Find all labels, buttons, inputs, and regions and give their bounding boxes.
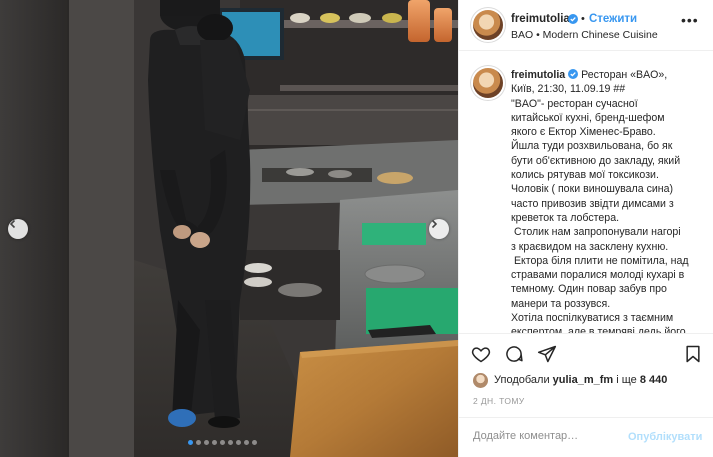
caption-line: Ресторан «BAO», [581,69,668,81]
likes-conjunction: і ще [616,374,637,386]
post-photo[interactable] [0,0,458,457]
caption-line: експертом, але в темряві дедь його [511,326,686,333]
caption-author-avatar[interactable] [473,68,503,98]
verified-badge-icon [568,14,578,24]
caption-line: темному. Один повар забув про [511,283,667,296]
caption-username[interactable]: freimutolia [511,69,565,81]
carousel-dot [196,440,201,445]
author-avatar[interactable] [473,10,503,40]
chevron-right-icon [431,219,438,229]
likes-prefix: Уподобали [494,374,550,386]
action-bar [459,333,713,369]
carousel-indicator [188,440,257,445]
carousel-dot [236,440,241,445]
caption-line: бути об'єктивною до закладу, який [511,154,681,167]
post-sidebar: freimutolia • Стежити BAO • Modern Chine… [458,0,713,457]
caption-line: китайської кухні, бренд-шефом [511,111,665,124]
carousel-dot [228,440,233,445]
carousel-dot [252,440,257,445]
post-timestamp[interactable]: 2 ДН. ТОМУ [473,396,525,406]
caption-line: Столик нам запропонували нагорі [511,226,681,239]
likes-summary: Уподобали yulia_m_fm і ще 8 440 [473,372,667,388]
likes-count[interactable]: 8 440 [640,374,668,386]
post-caption: freimutolia Ресторан «BAO», Київ, 21:30, … [511,68,707,333]
comment-form: Опублікувати [459,417,713,457]
chevron-left-icon [9,219,16,229]
carousel-dot [244,440,249,445]
verified-badge-icon [568,69,579,79]
caption-line: Київ, 21:30, 11.09.19 ## [511,83,626,96]
post-comment-button[interactable]: Опублікувати [628,431,702,443]
carousel-dot [188,440,193,445]
liker-username[interactable]: yulia_m_fm [553,374,614,386]
previous-slide-button[interactable] [8,219,28,239]
paper-plane-icon[interactable] [537,344,557,364]
caption-line: стравами поралися молоді кухарі в [511,269,685,282]
caption-line: колись рятував мої токсикози. [511,169,659,182]
caption-line: манери та роззувся. [511,297,611,310]
caption-line: креветок та лобстера. [511,211,620,224]
kitchen-scene [0,0,458,457]
more-options-button[interactable]: ••• [681,12,699,28]
comment-bubble-icon[interactable] [504,344,524,364]
carousel-dot [220,440,225,445]
liker-avatar[interactable] [473,372,488,388]
header-separator: • [581,13,585,25]
carousel-dot [212,440,217,445]
caption-line: Ектора біля плити не помітила, над [511,254,689,267]
caption-line: з краєвидом на засклену кухню. [511,240,669,253]
location-link[interactable]: BAO • Modern Chinese Cuisine [511,29,658,41]
author-username[interactable]: freimutolia [511,13,570,25]
caption-line: Хотіла поспілкуватися з таємним [511,312,674,325]
heart-icon[interactable] [471,344,491,364]
caption-area[interactable]: freimutolia Ресторан «BAO», Київ, 21:30, … [459,51,713,333]
caption-line: Йшла туди розхвильована, бо як [511,140,673,153]
post-header: freimutolia • Стежити BAO • Modern Chine… [459,0,713,51]
follow-button[interactable]: Стежити [589,13,637,25]
caption-line: Чоловік ( поки виношувала сина) [511,183,674,196]
caption-line: "BAO"- ресторан сучасної [511,97,638,110]
caption-line: часто привозив звідти димсами з [511,197,674,210]
carousel-dot [204,440,209,445]
bookmark-icon[interactable] [683,344,703,364]
caption-line: якого є Ектор Хіменес-Браво. [511,126,656,139]
comment-input[interactable] [473,430,623,442]
next-slide-button[interactable] [429,219,449,239]
